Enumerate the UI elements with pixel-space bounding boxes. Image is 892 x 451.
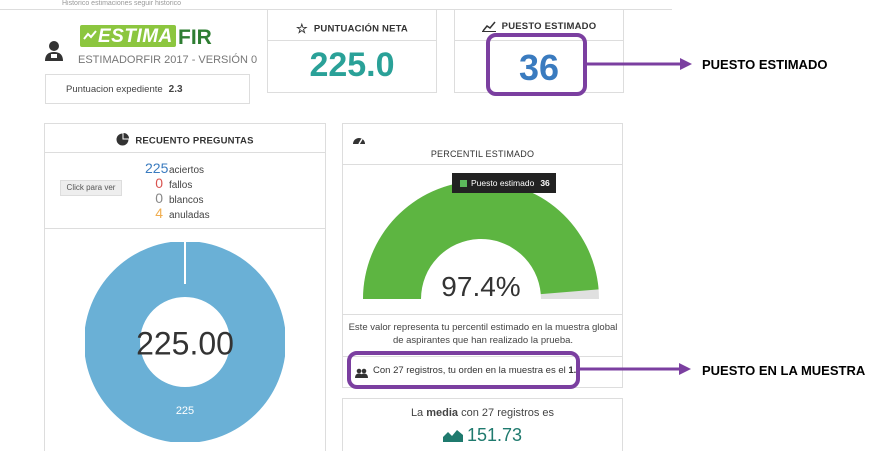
percentil-title: PERCENTIL ESTIMADO bbox=[430, 149, 535, 159]
annotation-puesto-muestra: PUESTO EN LA MUESTRA bbox=[702, 363, 866, 378]
recuento-donut-chart: 225.00 225 bbox=[85, 242, 285, 442]
recuento-count: 4 bbox=[155, 205, 163, 221]
puesto-estimado-highlight bbox=[486, 33, 587, 96]
puesto-estimado-tooltip: Puesto estimado 36 bbox=[452, 173, 556, 193]
trend-icon bbox=[83, 30, 97, 40]
media-text-pre: La bbox=[410, 407, 424, 419]
media-text-post: con 27 registros es bbox=[461, 407, 555, 419]
tooltip-label: Puesto estimado bbox=[471, 178, 535, 188]
estimafir-logo: ESTIMA FIR bbox=[80, 25, 216, 51]
donut-center-value: 225.00 bbox=[136, 325, 234, 361]
recuento-row: 0 blancos bbox=[145, 190, 203, 206]
puntuacion-neta-value: 225.0 bbox=[309, 46, 395, 84]
recuento-row: 0 fallos bbox=[145, 175, 192, 191]
recuento-count: 225 bbox=[145, 160, 169, 176]
media-value: 151.73 bbox=[466, 425, 523, 445]
puesto-estimado-header: PUESTO ESTIMADO bbox=[455, 21, 623, 32]
recuento-row: 225aciertos bbox=[145, 160, 204, 176]
breadcrumb[interactable]: Historico estimaciones seguir historico bbox=[62, 0, 181, 7]
area-chart-icon bbox=[442, 426, 463, 447]
arrow-puesto-muestra bbox=[580, 363, 691, 375]
percentil-description: Este valor representa tu percentil estim… bbox=[348, 322, 618, 346]
puesto-muestra-highlight bbox=[347, 351, 580, 389]
tooltip-value: 36 bbox=[540, 178, 550, 188]
puesto-estimado-title: PUESTO ESTIMADO bbox=[501, 21, 597, 33]
click-para-ver-button[interactable]: Click para ver bbox=[60, 180, 122, 196]
recuento-count: 0 bbox=[155, 190, 163, 206]
dashboard-icon bbox=[352, 132, 366, 150]
expediente-box: Puntuacion expediente 2.3 bbox=[45, 74, 250, 104]
media-text: La media con 27 registros es bbox=[343, 407, 622, 419]
expediente-value: 2.3 bbox=[168, 84, 183, 95]
puntuacion-neta-header: ☆ PUNTUACIÓN NETA bbox=[268, 21, 436, 37]
donut-segment-label: 225 bbox=[176, 405, 194, 417]
recuento-title: RECUENTO PREGUNTAS bbox=[135, 135, 254, 147]
media-card: La media con 27 registros es 151.73 bbox=[342, 398, 623, 451]
puntuacion-neta-title: PUNTUACIÓN NETA bbox=[313, 23, 408, 35]
pie-chart-icon bbox=[116, 133, 130, 149]
expediente-label: Puntuacion expediente bbox=[66, 84, 163, 95]
logo-text-estima: ESTIMA bbox=[98, 26, 173, 47]
legend-swatch bbox=[460, 180, 467, 188]
recuento-label: anuladas bbox=[169, 210, 210, 221]
line-chart-icon bbox=[481, 21, 496, 32]
recuento-count: 0 bbox=[155, 175, 163, 191]
annotation-puesto-estimado: PUESTO ESTIMADO bbox=[702, 57, 828, 72]
star-icon: ☆ bbox=[296, 21, 308, 36]
percentil-gauge: 97.4% bbox=[363, 181, 599, 302]
puntuacion-neta-card: ☆ PUNTUACIÓN NETA 225.0 bbox=[267, 9, 437, 93]
recuento-row: 4 anuladas bbox=[145, 205, 210, 221]
arrow-puesto-estimado bbox=[586, 58, 692, 70]
media-value-row: 151.73 bbox=[343, 425, 622, 447]
recuento-header: RECUENTO PREGUNTAS bbox=[45, 133, 325, 149]
logo-text-fir: FIR bbox=[178, 26, 212, 49]
gauge-value: 97.4% bbox=[441, 271, 520, 302]
app-subtitle: ESTIMADORFIR 2017 - VERSIÓN 0 bbox=[78, 54, 258, 66]
media-text-bold: media bbox=[426, 407, 459, 419]
user-icon bbox=[44, 40, 64, 67]
